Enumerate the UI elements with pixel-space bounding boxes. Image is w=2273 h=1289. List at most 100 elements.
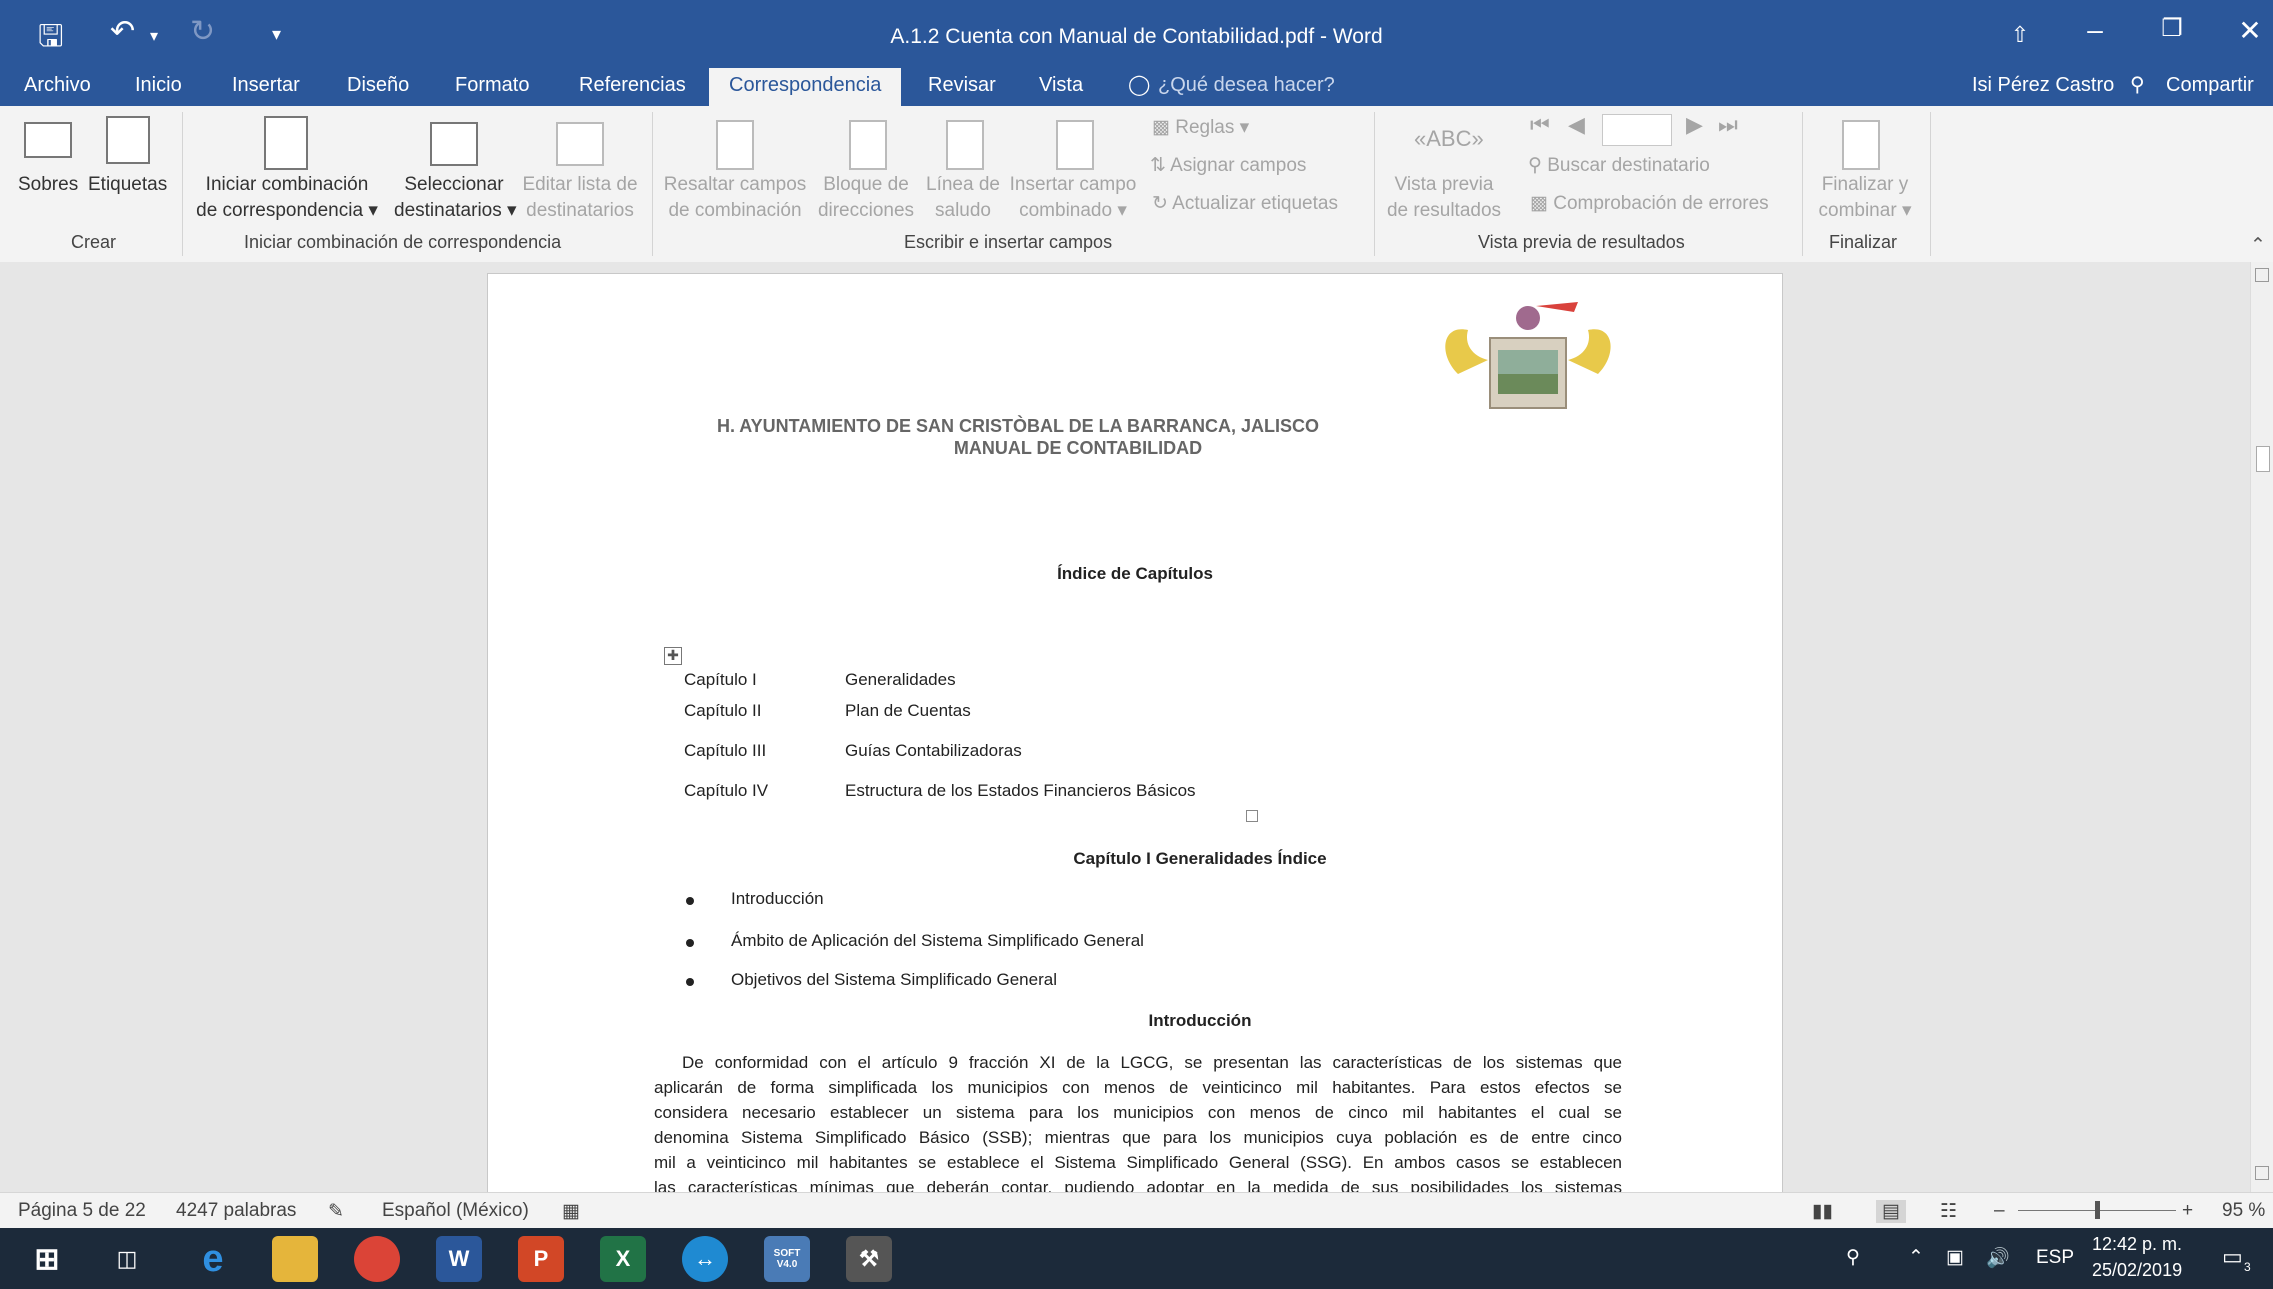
- language-tray[interactable]: ESP: [2036, 1247, 2074, 1269]
- tools-icon[interactable]: ⚒: [846, 1236, 892, 1282]
- check-errors-icon: ▩: [1530, 193, 1548, 214]
- tab-correspondencia[interactable]: Correspondencia: [709, 68, 902, 106]
- intro-line: aplicarán de forma simplificada los muni…: [654, 1078, 1622, 1097]
- dropdown-arrow-icon: ▾: [507, 200, 517, 221]
- linea-label-2: saludo: [935, 200, 991, 221]
- tab-revisar[interactable]: Revisar: [928, 68, 996, 106]
- undo-icon[interactable]: ↶: [110, 14, 135, 49]
- people-icon[interactable]: ⚲: [1846, 1246, 1860, 1269]
- tab-referencias[interactable]: Referencias: [579, 68, 686, 106]
- actualizar-etiquetas-button[interactable]: ↻ Actualizar etiquetas: [1152, 192, 1338, 215]
- tell-me-box[interactable]: ¿Qué desea hacer?: [1158, 68, 1335, 106]
- scroll-thumb[interactable]: [2256, 446, 2270, 472]
- notifications-count: 3: [2244, 1260, 2251, 1274]
- word-count[interactable]: 4247 palabras: [176, 1200, 296, 1222]
- record-number-input[interactable]: [1602, 114, 1672, 146]
- etiquetas-button[interactable]: Etiquetas: [88, 172, 167, 198]
- proofing-icon[interactable]: ✎: [328, 1200, 344, 1223]
- teamviewer-icon[interactable]: ↔: [682, 1236, 728, 1282]
- linea-saludo-button[interactable]: Línea de saludo: [920, 172, 1006, 224]
- document-header-2: MANUAL DE CONTABILIDAD: [953, 438, 1203, 458]
- first-record-icon[interactable]: ⏮: [1530, 112, 1550, 138]
- bloque-direcciones-button[interactable]: Bloque de direcciones: [816, 172, 916, 224]
- next-record-icon[interactable]: ▶: [1686, 112, 1703, 138]
- read-mode-icon[interactable]: ▮▮: [1812, 1200, 1833, 1223]
- scroll-up-icon[interactable]: [2255, 268, 2269, 282]
- print-layout-icon[interactable]: ▤: [1876, 1200, 1906, 1223]
- coat-of-arms-logo: [1445, 302, 1611, 409]
- windows-start-icon[interactable]: ⊞: [24, 1236, 70, 1282]
- language-indicator[interactable]: Español (México): [382, 1200, 529, 1222]
- tab-diseno[interactable]: Diseño: [347, 68, 409, 106]
- vista-previa-button[interactable]: Vista previa de resultados: [1382, 172, 1506, 224]
- table-move-handle-icon[interactable]: ✚: [664, 647, 682, 665]
- table-resize-handle-icon[interactable]: [1246, 810, 1258, 822]
- highlight-fields-icon: [716, 120, 754, 170]
- chrome-icon[interactable]: [354, 1236, 400, 1282]
- file-explorer-icon[interactable]: [272, 1236, 318, 1282]
- seleccionar-destinatarios-button[interactable]: Seleccionar destinatarios ▾: [394, 172, 517, 224]
- group-separator: [182, 112, 183, 256]
- scroll-down-icon[interactable]: [2255, 1166, 2269, 1180]
- comprobacion-errores-button[interactable]: ▩ Comprobación de errores: [1530, 192, 1769, 215]
- powerpoint-taskbar-icon[interactable]: P: [518, 1236, 564, 1282]
- editar-label-2: destinatarios: [526, 200, 634, 221]
- zoom-level[interactable]: 95 %: [2222, 1200, 2265, 1222]
- iniciar-label-2: de correspondencia: [196, 200, 364, 221]
- notifications-icon[interactable]: ▭: [2222, 1244, 2243, 1270]
- sobres-button[interactable]: Sobres: [18, 172, 78, 198]
- zoom-in-icon[interactable]: +: [2182, 1200, 2193, 1222]
- task-view-icon[interactable]: ◫: [104, 1236, 150, 1282]
- zoom-out-icon[interactable]: –: [1994, 1200, 2005, 1222]
- clock-time[interactable]: 12:42 p. m.: [2092, 1234, 2182, 1255]
- document-page[interactable]: H. AYUNTAMIENTO DE SAN CRISTÒBAL DE LA B…: [487, 273, 1783, 1205]
- chapter-number: Capítulo III: [684, 741, 767, 760]
- tab-vista[interactable]: Vista: [1039, 68, 1083, 106]
- minimize-icon[interactable]: –: [2065, 14, 2125, 46]
- save-icon[interactable]: 🖫: [38, 14, 64, 65]
- zoom-slider-thumb[interactable]: [2095, 1201, 2100, 1219]
- tab-inicio[interactable]: Inicio: [135, 68, 182, 106]
- group-separator: [1930, 112, 1931, 256]
- macro-icon[interactable]: ▦: [562, 1200, 580, 1223]
- previous-record-icon[interactable]: ◀: [1568, 112, 1585, 138]
- asignar-campos-button[interactable]: ⇅ Asignar campos: [1150, 154, 1306, 177]
- share-button[interactable]: Compartir: [2166, 68, 2254, 106]
- resaltar-label-1: Resaltar campos: [663, 174, 807, 195]
- web-layout-icon[interactable]: ☷: [1940, 1200, 1957, 1223]
- index-title: Índice de Capítulos: [1057, 564, 1213, 583]
- seleccionar-label-2: destinatarios: [394, 200, 502, 221]
- buscar-destinatario-button[interactable]: ⚲ Buscar destinatario: [1528, 154, 1710, 177]
- tab-insertar[interactable]: Insertar: [232, 68, 300, 106]
- customize-qat-icon[interactable]: ▾: [272, 24, 281, 45]
- redo-icon[interactable]: ↻: [190, 14, 215, 49]
- edge-icon[interactable]: e: [190, 1236, 236, 1282]
- ribbon-display-icon[interactable]: ⇧: [1990, 22, 2050, 48]
- restore-icon[interactable]: ❐: [2142, 14, 2202, 43]
- page-count[interactable]: Página 5 de 22: [18, 1200, 146, 1222]
- intro-line: De conformidad con el artículo 9 fracció…: [682, 1053, 1622, 1072]
- show-hidden-icons[interactable]: ⌃: [1908, 1246, 1924, 1269]
- editar-lista-button[interactable]: Editar lista de destinatarios: [520, 172, 640, 224]
- volume-icon[interactable]: 🔊: [1986, 1246, 2010, 1270]
- soft-app-icon[interactable]: SOFT V4.0: [764, 1236, 810, 1282]
- undo-dropdown-icon[interactable]: ▾: [150, 26, 158, 46]
- vista-label-1: Vista previa: [1394, 174, 1494, 195]
- collapse-ribbon-icon[interactable]: ⌃: [2250, 234, 2266, 257]
- reglas-button[interactable]: ▩ Reglas ▾: [1152, 116, 1249, 139]
- finalizar-combinar-button[interactable]: Finalizar y combinar ▾: [1810, 172, 1920, 224]
- iniciar-combinacion-button[interactable]: Iniciar combinación de correspondencia ▾: [192, 172, 382, 224]
- insertar-campo-button[interactable]: Insertar campo combinado ▾: [1006, 172, 1140, 224]
- close-icon[interactable]: ✕: [2220, 14, 2273, 47]
- word-taskbar-icon[interactable]: W: [436, 1236, 482, 1282]
- network-icon[interactable]: ▣: [1946, 1246, 1964, 1269]
- user-name[interactable]: Isi Pérez Castro: [1972, 68, 2114, 106]
- clock-date[interactable]: 25/02/2019: [2092, 1260, 2182, 1281]
- excel-taskbar-icon[interactable]: X: [600, 1236, 646, 1282]
- tab-formato[interactable]: Formato: [455, 68, 529, 106]
- vertical-scrollbar[interactable]: [2250, 262, 2273, 1192]
- last-record-icon[interactable]: ⏭: [1718, 112, 1738, 138]
- resaltar-campos-button[interactable]: Resaltar campos de combinación: [660, 172, 810, 224]
- tab-archivo[interactable]: Archivo: [24, 68, 91, 106]
- intro-line: denomina Sistema Simplificado Básico (SS…: [654, 1128, 1622, 1147]
